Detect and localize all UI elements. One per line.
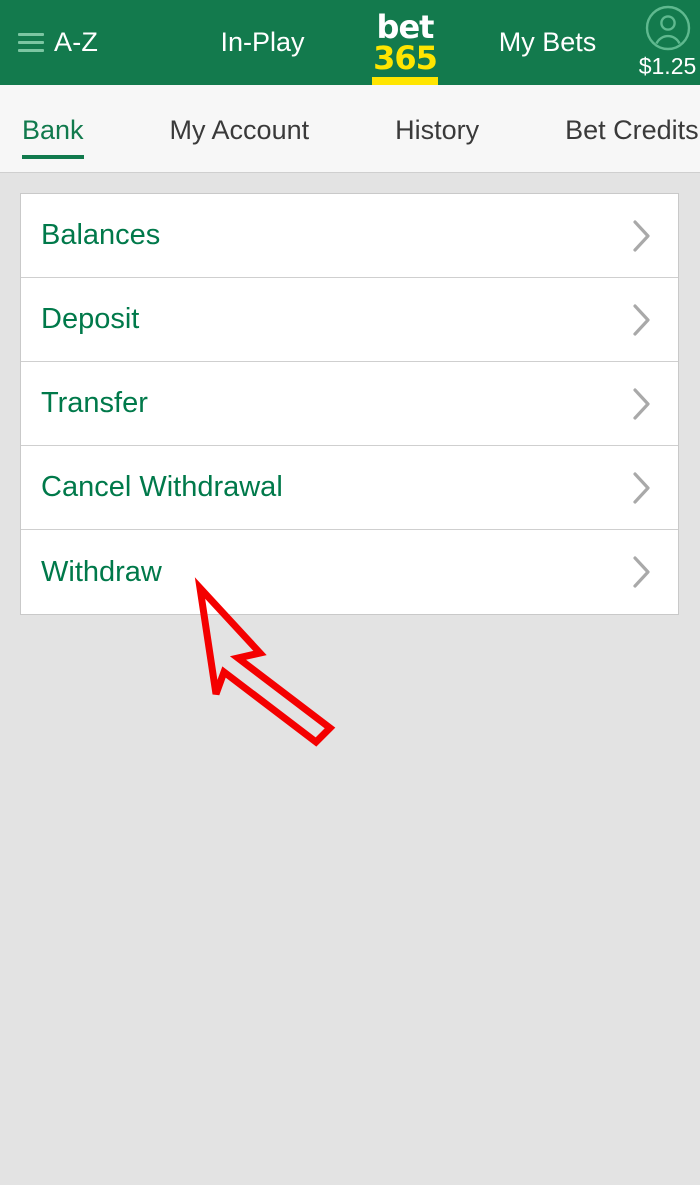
list-item-cancel-withdrawal[interactable]: Cancel Withdrawal <box>21 446 678 530</box>
account-button[interactable]: $1.25 <box>635 5 700 80</box>
az-menu-label: A-Z <box>54 27 99 57</box>
chevron-right-icon <box>633 387 650 420</box>
tab-my-account-label: My Account <box>169 115 310 145</box>
tab-bank-label: Bank <box>22 115 84 145</box>
user-avatar-icon <box>645 5 690 51</box>
list-item-transfer[interactable]: Transfer <box>21 362 678 446</box>
logo-underline-bar <box>372 77 438 85</box>
in-play-label: In-Play <box>220 27 305 57</box>
list-item-label: Balances <box>41 219 161 251</box>
list-item-withdraw[interactable]: Withdraw <box>21 530 678 614</box>
logo-text-365: 365 <box>373 38 438 77</box>
list-item-deposit[interactable]: Deposit <box>21 278 678 362</box>
chevron-right-icon <box>633 303 650 336</box>
logo-text-bet: bet <box>376 7 435 46</box>
app-screen: A-Z In-Play bet 365 My Bets $1.25 Bank M… <box>0 0 700 1185</box>
chevron-right-icon <box>633 471 650 504</box>
chevron-right-icon <box>633 219 650 252</box>
chevron-right-icon <box>633 556 650 588</box>
my-bets-label: My Bets <box>498 27 597 57</box>
list-item-label: Transfer <box>41 387 148 419</box>
tab-my-account[interactable]: My Account <box>169 85 310 172</box>
app-header: A-Z In-Play bet 365 My Bets $1.25 <box>0 0 700 85</box>
list-item-label: Deposit <box>41 303 140 335</box>
tab-history[interactable]: History <box>395 85 480 172</box>
az-menu-button[interactable]: A-Z <box>0 27 175 58</box>
section-tabbar: Bank My Account History Bet Credits <box>0 85 700 173</box>
bank-menu-list: Balances Deposit Transfer Cancel Withdra… <box>20 193 679 615</box>
list-item-label: Withdraw <box>41 555 162 588</box>
bet365-logo[interactable]: bet 365 <box>350 0 460 85</box>
tab-history-label: History <box>395 115 480 145</box>
account-balance: $1.25 <box>638 53 697 79</box>
tab-bet-credits-label: Bet Credits <box>565 115 699 145</box>
hamburger-icon <box>18 33 44 52</box>
list-item-label: Cancel Withdrawal <box>41 471 283 503</box>
nav-my-bets[interactable]: My Bets <box>460 27 635 58</box>
list-item-balances[interactable]: Balances <box>21 194 678 278</box>
nav-in-play[interactable]: In-Play <box>175 27 350 58</box>
tab-bet-credits[interactable]: Bet Credits <box>565 85 699 172</box>
tab-bank[interactable]: Bank <box>22 85 84 172</box>
